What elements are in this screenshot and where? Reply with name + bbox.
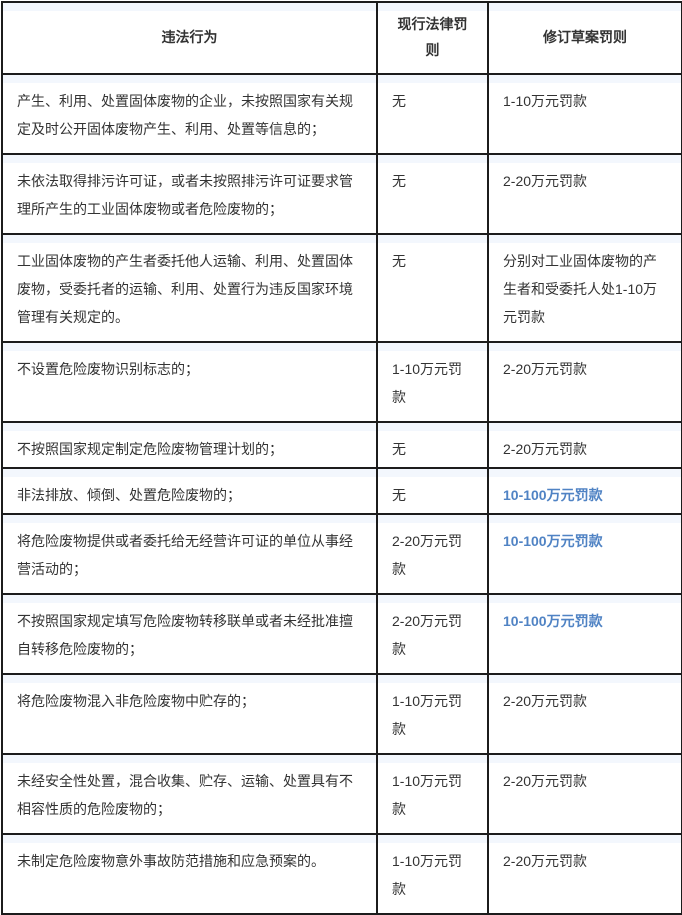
- table-row: 未制定危险废物意外事故防范措施和应急预案的。 1-10万元罚款 2-20万元罚款: [2, 834, 682, 914]
- behavior-cell: 不按照国家规定填写危险废物转移联单或者未经批准擅自转移危险废物的；: [2, 594, 377, 674]
- table-row: 将危险废物混入非危险废物中贮存的； 1-10万元罚款 2-20万元罚款: [2, 674, 682, 754]
- revised-penalty-cell: 2-20万元罚款: [488, 754, 682, 834]
- current-penalty-cell: 无: [377, 422, 488, 468]
- current-penalty-cell: 无: [377, 234, 488, 342]
- current-penalty-cell: 无: [377, 74, 488, 154]
- table-row: 未经安全性处置，混合收集、贮存、运输、处置具有不相容性质的危险废物的； 1-10…: [2, 754, 682, 834]
- header-violation: 违法行为: [2, 2, 377, 74]
- behavior-cell: 未制定危险废物意外事故防范措施和应急预案的。: [2, 834, 377, 914]
- behavior-cell: 未经安全性处置，混合收集、贮存、运输、处置具有不相容性质的危险废物的；: [2, 754, 377, 834]
- current-penalty-cell: 2-20万元罚款: [377, 514, 488, 594]
- penalty-comparison-table: 违法行为 现行法律罚则 修订草案罚则 产生、利用、处置固体废物的企业，未按照国家…: [1, 1, 682, 915]
- table-row: 非法排放、倾倒、处置危险废物的； 无 10-100万元罚款: [2, 468, 682, 514]
- behavior-cell: 未依法取得排污许可证，或者未按照排污许可证要求管理所产生的工业固体废物或者危险废…: [2, 154, 377, 234]
- table-header-row: 违法行为 现行法律罚则 修订草案罚则: [2, 2, 682, 74]
- current-penalty-cell: 无: [377, 154, 488, 234]
- table-row: 产生、利用、处置固体废物的企业，未按照国家有关规定及时公开固体废物产生、利用、处…: [2, 74, 682, 154]
- current-penalty-cell: 1-10万元罚款: [377, 342, 488, 422]
- table-row: 不设置危险废物识别标志的； 1-10万元罚款 2-20万元罚款: [2, 342, 682, 422]
- current-penalty-cell: 1-10万元罚款: [377, 754, 488, 834]
- revised-penalty-cell: 10-100万元罚款: [488, 594, 682, 674]
- revised-penalty-cell: 10-100万元罚款: [488, 468, 682, 514]
- header-current-penalty: 现行法律罚则: [377, 2, 488, 74]
- behavior-cell: 不设置危险废物识别标志的；: [2, 342, 377, 422]
- revised-penalty-cell: 2-20万元罚款: [488, 342, 682, 422]
- revised-penalty-cell: 分别对工业固体废物的产生者和受委托人处1-10万元罚款: [488, 234, 682, 342]
- table-row: 将危险废物提供或者委托给无经营许可证的单位从事经营活动的； 2-20万元罚款 1…: [2, 514, 682, 594]
- behavior-cell: 不按照国家规定制定危险废物管理计划的；: [2, 422, 377, 468]
- table-row: 未依法取得排污许可证，或者未按照排污许可证要求管理所产生的工业固体废物或者危险废…: [2, 154, 682, 234]
- current-penalty-cell: 1-10万元罚款: [377, 674, 488, 754]
- current-penalty-cell: 2-20万元罚款: [377, 594, 488, 674]
- revised-penalty-cell: 2-20万元罚款: [488, 674, 682, 754]
- table-row: 不按照国家规定填写危险废物转移联单或者未经批准擅自转移危险废物的； 2-20万元…: [2, 594, 682, 674]
- revised-penalty-cell: 2-20万元罚款: [488, 422, 682, 468]
- penalty-comparison-page: 违法行为 现行法律罚则 修订草案罚则 产生、利用、处置固体废物的企业，未按照国家…: [0, 0, 682, 640]
- table-row: 工业固体废物的产生者委托他人运输、利用、处置固体废物，受委托者的运输、利用、处置…: [2, 234, 682, 342]
- revised-penalty-cell: 1-10万元罚款: [488, 74, 682, 154]
- current-penalty-cell: 无: [377, 468, 488, 514]
- behavior-cell: 将危险废物提供或者委托给无经营许可证的单位从事经营活动的；: [2, 514, 377, 594]
- header-revised-penalty: 修订草案罚则: [488, 2, 682, 74]
- behavior-cell: 将危险废物混入非危险废物中贮存的；: [2, 674, 377, 754]
- table-row: 不按照国家规定制定危险废物管理计划的； 无 2-20万元罚款: [2, 422, 682, 468]
- behavior-cell: 工业固体废物的产生者委托他人运输、利用、处置固体废物，受委托者的运输、利用、处置…: [2, 234, 377, 342]
- behavior-cell: 非法排放、倾倒、处置危险废物的；: [2, 468, 377, 514]
- revised-penalty-cell: 2-20万元罚款: [488, 834, 682, 914]
- revised-penalty-cell: 10-100万元罚款: [488, 514, 682, 594]
- current-penalty-cell: 1-10万元罚款: [377, 834, 488, 914]
- behavior-cell: 产生、利用、处置固体废物的企业，未按照国家有关规定及时公开固体废物产生、利用、处…: [2, 74, 377, 154]
- revised-penalty-cell: 2-20万元罚款: [488, 154, 682, 234]
